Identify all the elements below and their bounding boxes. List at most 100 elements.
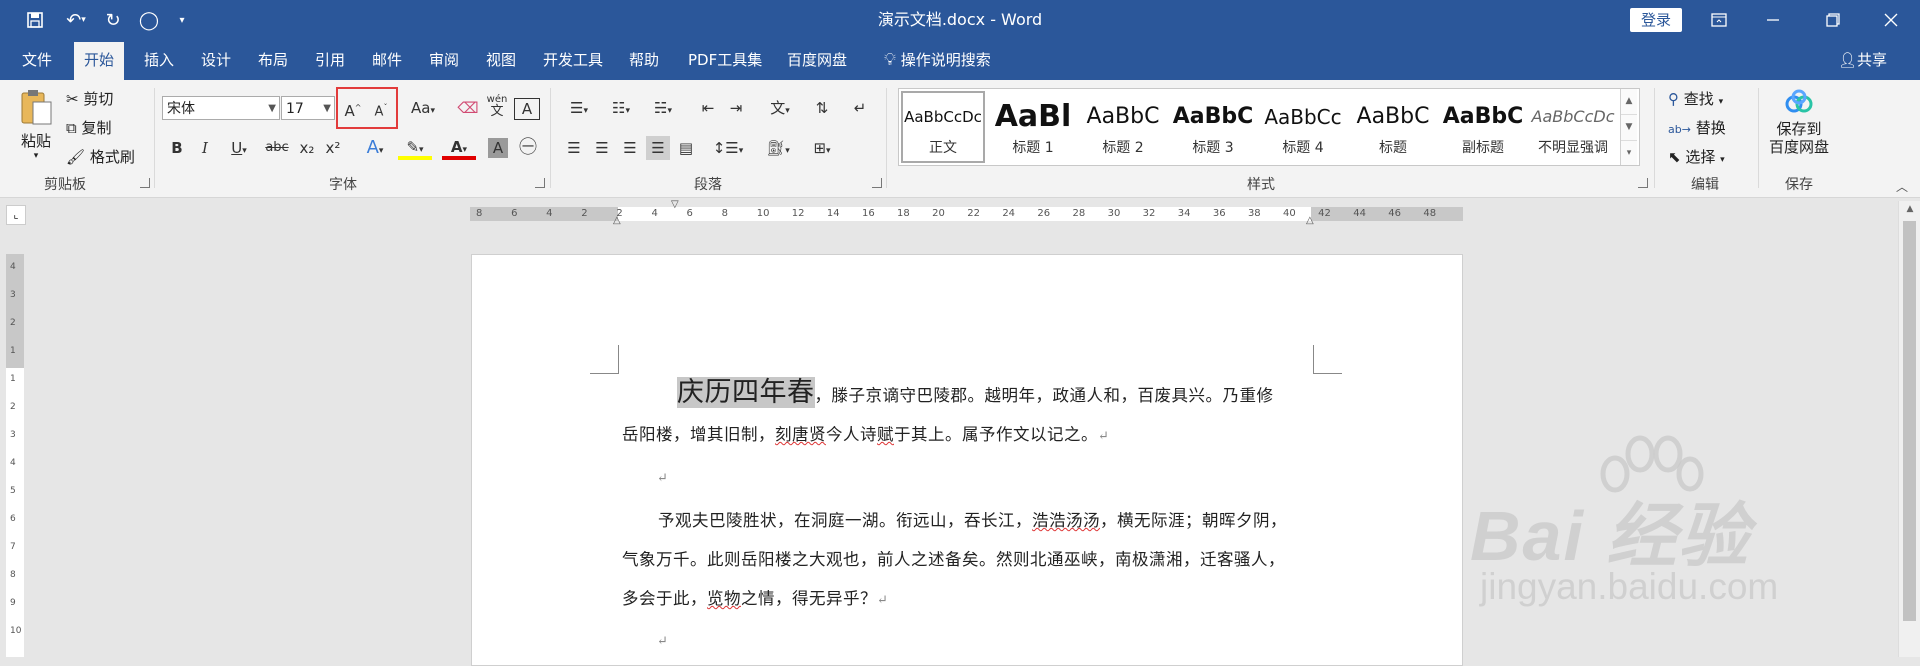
- scroll-thumb[interactable]: [1903, 221, 1916, 621]
- close-icon[interactable]: [1868, 0, 1914, 40]
- decrease-indent-icon[interactable]: ⇤: [696, 96, 720, 120]
- scroll-down-icon[interactable]: ▼: [1621, 114, 1637, 140]
- vertical-ruler[interactable]: 4 3 2 1 1 2 3 4 5 6 7 8 9 10: [6, 254, 24, 657]
- more-styles-icon[interactable]: ▾: [1621, 140, 1637, 166]
- tab-insert[interactable]: 插入: [134, 40, 184, 80]
- ruler-number: 6: [686, 208, 693, 219]
- styles-launcher-icon[interactable]: [1638, 178, 1648, 188]
- tab-help[interactable]: 帮助: [619, 40, 669, 80]
- underline-button[interactable]: U▾: [222, 136, 256, 160]
- paste-dropdown-icon[interactable]: ▾: [14, 151, 58, 161]
- spelling-error[interactable]: 览物: [707, 589, 741, 608]
- text-effects-icon[interactable]: A▾: [358, 136, 392, 160]
- borders-icon[interactable]: ⊞▾: [804, 136, 840, 160]
- bold-button[interactable]: B: [166, 136, 188, 160]
- clipboard-launcher-icon[interactable]: [140, 178, 150, 188]
- document-page[interactable]: 庆历四年春，滕子京谪守巴陵郡。越明年，政通人和，百废具兴。乃重修 岳阳楼，增其旧…: [471, 254, 1463, 666]
- align-right-icon[interactable]: ☰: [618, 136, 642, 160]
- line-spacing-icon[interactable]: ↕☰▾: [710, 136, 746, 160]
- enclose-characters-icon[interactable]: ㊀: [516, 136, 540, 160]
- style-heading-1[interactable]: AaBl 标题 1: [989, 89, 1077, 165]
- distributed-icon[interactable]: ▤: [674, 136, 698, 160]
- character-shading-icon[interactable]: A: [488, 138, 508, 158]
- vertical-scrollbar[interactable]: ▲: [1898, 201, 1920, 657]
- style-heading-2[interactable]: AaBbC 标题 2: [1079, 89, 1167, 165]
- highlight-color-icon[interactable]: ✎▾: [398, 136, 432, 160]
- format-painter-button[interactable]: 🖌︎ 格式刷: [66, 146, 135, 167]
- save-to-baidu-button[interactable]: 保存到 百度网盘: [1764, 88, 1834, 168]
- multilevel-list-icon[interactable]: ☵▾: [646, 96, 680, 120]
- spelling-error[interactable]: 浩浩汤汤: [1032, 511, 1100, 530]
- phonetic-guide-button[interactable]: wén 文: [484, 94, 510, 118]
- horizontal-ruler[interactable]: 8 6 4 2 2 4 6 8 10 12 14 16 18 20 22 24 26 28 30 32 34 36 38 40…: [470, 199, 1463, 226]
- spelling-error[interactable]: 赋: [877, 425, 894, 444]
- find-button[interactable]: ⚲ 查找 ▾: [1668, 88, 1723, 109]
- ribbon-display-icon[interactable]: [1696, 0, 1742, 40]
- scroll-up-icon[interactable]: ▲: [1899, 201, 1920, 214]
- spelling-error[interactable]: 刻唐贤: [775, 425, 826, 444]
- restore-icon[interactable]: [1810, 0, 1856, 40]
- increase-indent-icon[interactable]: ⇥: [724, 96, 748, 120]
- subscript-button[interactable]: x₂: [296, 136, 318, 160]
- tab-references[interactable]: 引用: [305, 40, 355, 80]
- bullets-icon[interactable]: ☰▾: [562, 96, 596, 120]
- tab-layout[interactable]: 布局: [248, 40, 298, 80]
- paragraph-launcher-icon[interactable]: [872, 178, 882, 188]
- tell-me-search[interactable]: 💡︎ 操作说明搜索: [874, 40, 1001, 80]
- align-left-icon[interactable]: ☰: [562, 136, 586, 160]
- select-button[interactable]: ⬉ 选择 ▾: [1668, 146, 1725, 167]
- tab-developer[interactable]: 开发工具: [533, 40, 613, 80]
- style-title[interactable]: AaBbC 标题: [1349, 89, 1437, 165]
- tab-home[interactable]: 开始: [74, 42, 125, 85]
- chinese-layout-icon[interactable]: 文▾: [762, 96, 798, 120]
- first-line-indent-marker[interactable]: ▽: [671, 199, 679, 210]
- style-subtle-emphasis[interactable]: AaBbCcDc 不明显强调: [1529, 89, 1619, 165]
- tab-pdf-tools[interactable]: PDF工具集: [678, 40, 772, 80]
- share-button[interactable]: 👤︎共享: [1838, 40, 1887, 80]
- tab-baidu-netdisk[interactable]: 百度网盘: [777, 40, 857, 80]
- ruler-number: 2: [581, 208, 588, 219]
- hanging-indent-marker[interactable]: △: [613, 215, 621, 226]
- cut-button[interactable]: ✂︎ 剪切: [66, 88, 113, 109]
- align-center-icon[interactable]: ☰: [590, 136, 614, 160]
- paragraph-2[interactable]: 予观夫巴陵胜状，在洞庭一湖。衔远山，吞长江，浩浩汤汤，横无际涯；朝晖夕阴， 气象…: [622, 501, 1312, 661]
- numbering-icon[interactable]: ☷▾: [604, 96, 638, 120]
- paste-button[interactable]: 粘贴 ▾: [14, 88, 58, 168]
- tab-mailings[interactable]: 邮件: [362, 40, 412, 80]
- replace-button[interactable]: ab→ 替换: [1668, 117, 1726, 138]
- style-heading-4[interactable]: AaBbCc 标题 4: [1259, 89, 1347, 165]
- copy-button[interactable]: ⧉ 复制: [66, 117, 112, 138]
- login-button[interactable]: 登录: [1630, 8, 1682, 32]
- clear-formatting-icon[interactable]: ⌫: [455, 96, 481, 120]
- text-run: 多会于此，: [622, 589, 707, 608]
- shading-icon[interactable]: ⛽︎▾: [760, 136, 796, 160]
- tab-stop-selector[interactable]: ⌞: [6, 205, 26, 225]
- justify-icon[interactable]: ☰: [646, 136, 670, 160]
- styles-scroll[interactable]: ▲ ▼ ▾: [1620, 89, 1637, 165]
- style-normal[interactable]: AaBbCcDc 正文: [899, 89, 987, 165]
- right-indent-marker[interactable]: △: [1306, 215, 1314, 226]
- font-name-combo[interactable]: 宋体 ▼: [162, 96, 280, 120]
- change-case-label: Aa: [411, 99, 431, 117]
- style-subtitle[interactable]: AaBbC 副标题: [1439, 89, 1527, 165]
- scroll-up-icon[interactable]: ▲: [1621, 89, 1637, 114]
- font-size-combo[interactable]: 17 ▼: [281, 96, 335, 120]
- tab-view[interactable]: 视图: [476, 40, 526, 80]
- show-marks-icon[interactable]: ↵: [848, 96, 872, 120]
- selected-text[interactable]: 庆历四年春: [677, 377, 815, 408]
- change-case-button[interactable]: Aa▾: [406, 96, 440, 120]
- tab-design[interactable]: 设计: [191, 40, 241, 80]
- character-border-icon[interactable]: A: [514, 98, 540, 120]
- collapse-ribbon-icon[interactable]: ︿: [1896, 178, 1908, 195]
- strikethrough-button[interactable]: abc: [262, 136, 292, 160]
- italic-button[interactable]: I: [194, 136, 216, 160]
- paragraph-1[interactable]: 庆历四年春，滕子京谪守巴陵郡。越明年，政通人和，百废具兴。乃重修 岳阳楼，增其旧…: [622, 373, 1312, 498]
- minimize-icon[interactable]: [1750, 0, 1796, 40]
- style-heading-3[interactable]: AaBbC 标题 3: [1169, 89, 1257, 165]
- tab-review[interactable]: 审阅: [419, 40, 469, 80]
- tab-file[interactable]: 文件: [12, 40, 62, 80]
- font-color-icon[interactable]: A▾: [442, 136, 476, 160]
- superscript-button[interactable]: x²: [322, 136, 344, 160]
- sort-icon[interactable]: ⇅: [810, 96, 834, 120]
- font-launcher-icon[interactable]: [535, 178, 545, 188]
